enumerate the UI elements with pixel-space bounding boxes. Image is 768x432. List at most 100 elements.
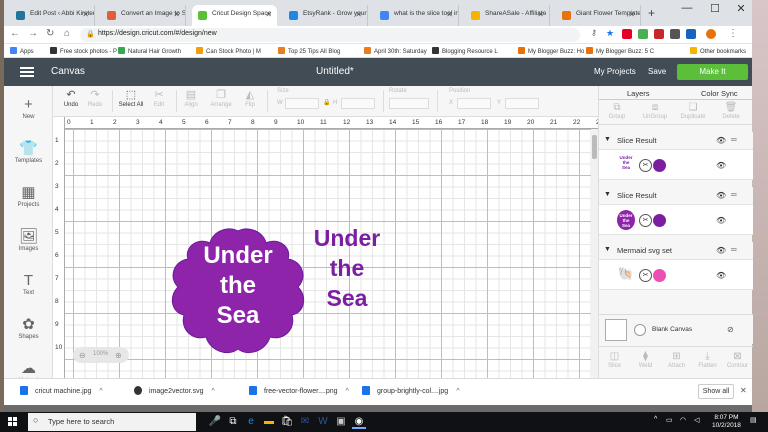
close-tab-icon[interactable]: ✕: [537, 10, 544, 19]
new-tab-button[interactable]: +: [648, 6, 655, 20]
sidebar-item-images[interactable]: 🖼 Images: [4, 228, 53, 252]
zoom-out-icon[interactable]: ⊖: [79, 351, 86, 360]
back-icon[interactable]: ←: [10, 28, 20, 39]
tab-layers[interactable]: Layers: [627, 89, 650, 98]
eye-icon[interactable]: 👁: [716, 136, 726, 145]
arrange-button[interactable]: ❐ Arrange: [205, 88, 237, 108]
sidebar-item-shapes[interactable]: ✿ Shapes: [4, 316, 53, 340]
browser-tab[interactable]: Edit Post ‹ Abbi Kirsten ✕: [10, 5, 95, 26]
close-tab-icon[interactable]: ✕: [265, 10, 272, 19]
canvas-color-swatch[interactable]: [634, 324, 646, 336]
scroll-thumb[interactable]: [592, 135, 597, 159]
bookmark-item[interactable]: My Blogger Buzz: 5 C: [586, 47, 654, 55]
word-icon[interactable]: W: [316, 415, 330, 429]
browser-tab[interactable]: ShareASale - Affiliate ✕: [465, 5, 550, 26]
bookmark-item[interactable]: April 30th: Saturday: [364, 47, 427, 55]
chevron-down-icon[interactable]: ▼: [604, 191, 611, 198]
browser-tab[interactable]: Convert an Image to SVG✕: [101, 5, 186, 26]
width-input[interactable]: [285, 98, 319, 109]
star-icon[interactable]: ★: [606, 28, 614, 39]
bookmark-item[interactable]: Natural Hair Growth: [118, 47, 181, 55]
chevron-up-icon[interactable]: ^: [211, 388, 214, 395]
extension-icon[interactable]: [686, 29, 696, 39]
eye-icon[interactable]: 👁: [716, 271, 726, 280]
select-all-button[interactable]: ⬚ Select All: [115, 88, 147, 108]
bookmark-item[interactable]: Apps: [10, 47, 34, 55]
volume-icon[interactable]: ◁: [694, 416, 699, 424]
layer-group-header[interactable]: ▼ Slice Result 👁 ═: [599, 187, 753, 205]
app-icon[interactable]: ▣: [334, 415, 348, 429]
color-swatch[interactable]: [653, 214, 666, 227]
download-item[interactable]: group-brightly-col....jpg ^: [362, 386, 460, 395]
system-clock[interactable]: 8:07 PM 10/2/2018: [712, 414, 741, 430]
extension-icon[interactable]: [654, 29, 664, 39]
bookmark-item[interactable]: Free stock photos - P: [50, 47, 117, 55]
close-tab-icon[interactable]: ✕: [628, 10, 635, 19]
browser-tab[interactable]: EtsyRank - Grow your ✕: [283, 5, 368, 26]
layer-item[interactable]: Under the Sea ✂ 👁: [599, 205, 753, 235]
standalone-text[interactable]: Under the Sea: [308, 223, 386, 313]
sidebar-item-new[interactable]: + New: [4, 96, 53, 120]
pinterest-extension-icon[interactable]: [622, 29, 632, 39]
task-view-icon[interactable]: ⧉: [226, 415, 240, 429]
bookmark-item[interactable]: Can Stock Photo | M: [196, 47, 261, 55]
ungroup-button[interactable]: ⧈ UnGroup: [637, 101, 673, 120]
key-icon[interactable]: ⚷: [591, 28, 597, 37]
undo-button[interactable]: ↶ Undo: [61, 88, 81, 108]
delete-button[interactable]: 🗑 Delete: [713, 101, 749, 120]
notifications-icon[interactable]: ▤: [750, 416, 757, 424]
close-window-button[interactable]: ✕: [726, 2, 756, 15]
bookmark-item[interactable]: My Blogger Buzz: Ho: [518, 47, 584, 55]
drag-handle-icon[interactable]: ═: [731, 135, 737, 144]
flatten-button[interactable]: ⤓ Flatten: [692, 350, 723, 369]
x-position-input[interactable]: [457, 98, 491, 109]
duplicate-button[interactable]: ❏ Duplicate: [675, 101, 711, 120]
drag-handle-icon[interactable]: ═: [731, 190, 737, 199]
kebab-menu-icon[interactable]: ⋮: [728, 28, 738, 39]
browser-tab[interactable]: Giant Flower Template ✕: [556, 5, 641, 26]
drag-handle-icon[interactable]: ═: [731, 245, 737, 254]
close-tab-icon[interactable]: ✕: [173, 10, 180, 19]
layer-group-header[interactable]: ▼ Mermaid svg set 👁 ═: [599, 242, 753, 260]
taskbar-search[interactable]: ○ Type here to search: [28, 413, 196, 431]
windows-start-icon[interactable]: [8, 417, 18, 427]
edge-icon[interactable]: e: [244, 415, 258, 429]
under-the-sea-shell-design[interactable]: Under the Sea Under the Sea: [168, 225, 380, 359]
chevron-up-icon[interactable]: ^: [654, 416, 657, 423]
save-link[interactable]: Save: [648, 67, 666, 76]
reload-icon[interactable]: ↻: [46, 28, 54, 39]
tab-color-sync[interactable]: Color Sync: [701, 89, 738, 98]
eye-icon[interactable]: 👁: [716, 191, 726, 200]
close-tab-icon[interactable]: ✕: [355, 10, 362, 19]
align-button[interactable]: ▤ Align: [179, 88, 203, 108]
extension-icon[interactable]: [670, 29, 680, 39]
vertical-scrollbar[interactable]: [591, 129, 598, 378]
eye-icon[interactable]: 👁: [716, 216, 726, 225]
zoom-in-icon[interactable]: ⊕: [115, 351, 122, 360]
chevron-down-icon[interactable]: ▼: [604, 246, 611, 253]
close-tab-icon[interactable]: ✕: [82, 10, 89, 19]
eye-off-icon[interactable]: ⊘: [727, 325, 734, 334]
mail-icon[interactable]: ✉: [298, 415, 312, 429]
store-icon[interactable]: 🛍: [280, 415, 294, 429]
chevron-up-icon[interactable]: ^: [99, 388, 102, 395]
height-input[interactable]: [341, 98, 375, 109]
forward-icon[interactable]: →: [28, 28, 38, 39]
y-position-input[interactable]: [505, 98, 539, 109]
minimize-button[interactable]: —: [672, 2, 702, 14]
scissors-icon[interactable]: ✂: [639, 269, 652, 282]
design-canvas[interactable]: 01234567891011121314151617181920212223 1…: [53, 117, 598, 378]
download-item[interactable]: cricut machine.jpg ^: [20, 386, 103, 395]
flip-button[interactable]: ◭ Flip: [239, 88, 261, 108]
scissors-icon[interactable]: ✂: [639, 159, 652, 172]
my-projects-link[interactable]: My Projects: [594, 67, 636, 76]
layer-item[interactable]: Under the Sea ✂ 👁: [599, 150, 753, 180]
show-all-button[interactable]: Show all: [698, 384, 734, 399]
profile-avatar-icon[interactable]: [706, 29, 716, 39]
attach-button[interactable]: ⊞ Attach: [661, 350, 692, 369]
layer-item[interactable]: 🐚 ✂ 👁: [599, 260, 753, 290]
wifi-icon[interactable]: ◠: [680, 416, 686, 424]
sidebar-item-projects[interactable]: ▦ Projects: [4, 184, 53, 208]
browser-tab[interactable]: what is the slice tool in ✕: [374, 5, 459, 26]
eye-icon[interactable]: 👁: [716, 246, 726, 255]
